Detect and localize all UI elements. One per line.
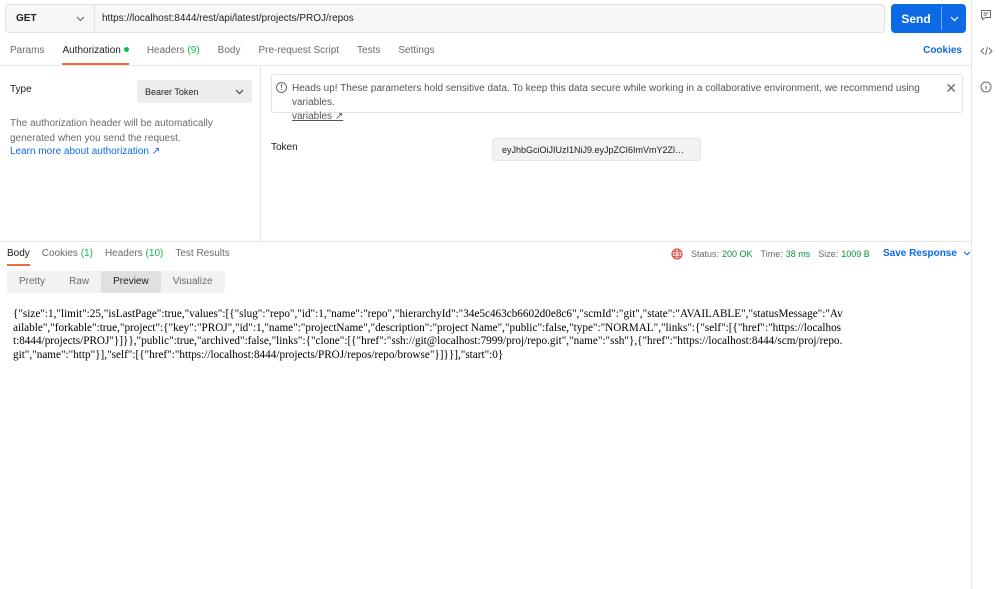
comments-icon[interactable] [979,8,993,22]
cookies-count: (1) [80,248,93,259]
response-headers-count: (10) [145,248,164,259]
tab-response-headers[interactable]: Headers (10) [105,248,163,266]
divider [0,241,972,242]
alert-message: Heads up! These parameters hold sensitiv… [292,82,942,124]
view-raw-button[interactable]: Raw [57,271,101,293]
send-button[interactable]: Send [891,4,966,33]
send-options-button[interactable] [942,4,966,33]
response-status: Status: 200 OK Time: 38 ms Size: 1009 B [671,248,870,260]
url-bar: GET https://localhost:8444/rest/api/late… [5,4,885,33]
save-response-label: Save Response [883,248,957,259]
tab-response-body[interactable]: Body [7,248,30,266]
method-label: GET [16,13,37,24]
vertical-divider [260,65,261,241]
tab-label: Pre-request Script [258,45,340,56]
variables-link-label: variables [292,111,333,122]
tab-label: Headers [146,45,185,56]
tab-label: Body [7,248,30,259]
tab-authorization[interactable]: Authorization [62,45,130,65]
auth-type-label: Type [10,84,32,95]
request-workspace: GET https://localhost:8444/rest/api/late… [0,0,972,589]
response-body-preview: {"size":1,"limit":25,"isLastPage":true,"… [13,308,843,361]
view-preview-button[interactable]: Preview [101,271,161,293]
tab-label: Params [10,45,45,56]
request-tabs: Params Authorization Headers (9) Body Pr… [10,45,453,65]
cookies-link[interactable]: Cookies [923,45,962,56]
response-tabs: Body Cookies (1) Headers (10) Test Resul… [7,248,242,266]
save-response-button[interactable]: Save Response [883,248,971,259]
token-input[interactable]: eyJhbGciOiJIUzI1NiJ9.eyJpZCI6ImVmY2ZlMjA… [492,138,701,161]
divider [0,65,972,66]
close-icon[interactable]: ✕ [945,81,957,95]
auth-description: The authorization header will be automat… [10,118,213,144]
code-icon[interactable] [979,44,993,58]
view-visualize-button[interactable]: Visualize [161,271,225,293]
comment-bubble-icon [981,10,991,21]
chevron-down-icon [235,89,244,94]
token-label: Token [271,142,298,153]
alert-text: Heads up! These parameters hold sensitiv… [292,83,920,108]
tab-label: Headers [104,248,143,259]
active-dot-icon [123,47,129,52]
auth-type-select[interactable]: Bearer Token [137,80,252,103]
tab-test-results[interactable]: Test Results [175,248,229,266]
chevron-down-icon [76,16,85,21]
method-select[interactable]: GET [6,5,95,32]
tab-label: Cookies [41,248,78,259]
time-value[interactable]: 38 ms [786,249,811,259]
variables-link[interactable]: variables ↗ [292,111,343,122]
info-icon: ! [276,82,287,93]
right-sidebar [972,0,999,589]
chevron-down-icon [950,16,958,21]
chevron-down-icon [963,251,971,256]
tab-tests[interactable]: Tests [357,45,380,65]
tab-headers[interactable]: Headers (9) [147,45,200,65]
tab-label: Body [217,45,241,56]
headers-count: (9) [187,45,200,56]
learn-more-link[interactable]: Learn more about authorization ↗ [10,146,160,157]
view-pretty-button[interactable]: Pretty [7,271,57,293]
tab-pre-request-script[interactable]: Pre-request Script [258,45,339,65]
send-label: Send [901,11,931,26]
info-icon[interactable] [979,80,993,94]
tab-settings[interactable]: Settings [398,45,434,65]
tab-response-cookies[interactable]: Cookies (1) [42,248,93,266]
auth-type-value: Bearer Token [145,86,199,97]
sensitive-data-alert: ! Heads up! These parameters hold sensit… [271,74,963,122]
size-label: Size: [818,249,839,259]
time-label: Time: [760,249,783,259]
tab-label: Tests [357,45,381,56]
code-brackets-icon [979,46,993,56]
tab-body[interactable]: Body [218,45,241,65]
external-link-icon: ↗ [334,111,344,122]
url-input[interactable]: https://localhost:8444/rest/api/latest/p… [95,5,884,32]
tab-label: Test Results [175,248,230,259]
tab-params[interactable]: Params [10,45,44,65]
tab-label: Settings [398,45,435,56]
status-label: Status: [691,249,720,259]
view-mode-selector: Pretty Raw Preview Visualize [7,271,225,293]
size-value[interactable]: 1009 B [841,249,870,259]
status-value[interactable]: 200 OK [722,249,753,259]
info-circle-icon [980,81,992,93]
globe-icon[interactable] [671,248,683,260]
tab-label: Authorization [62,45,121,56]
